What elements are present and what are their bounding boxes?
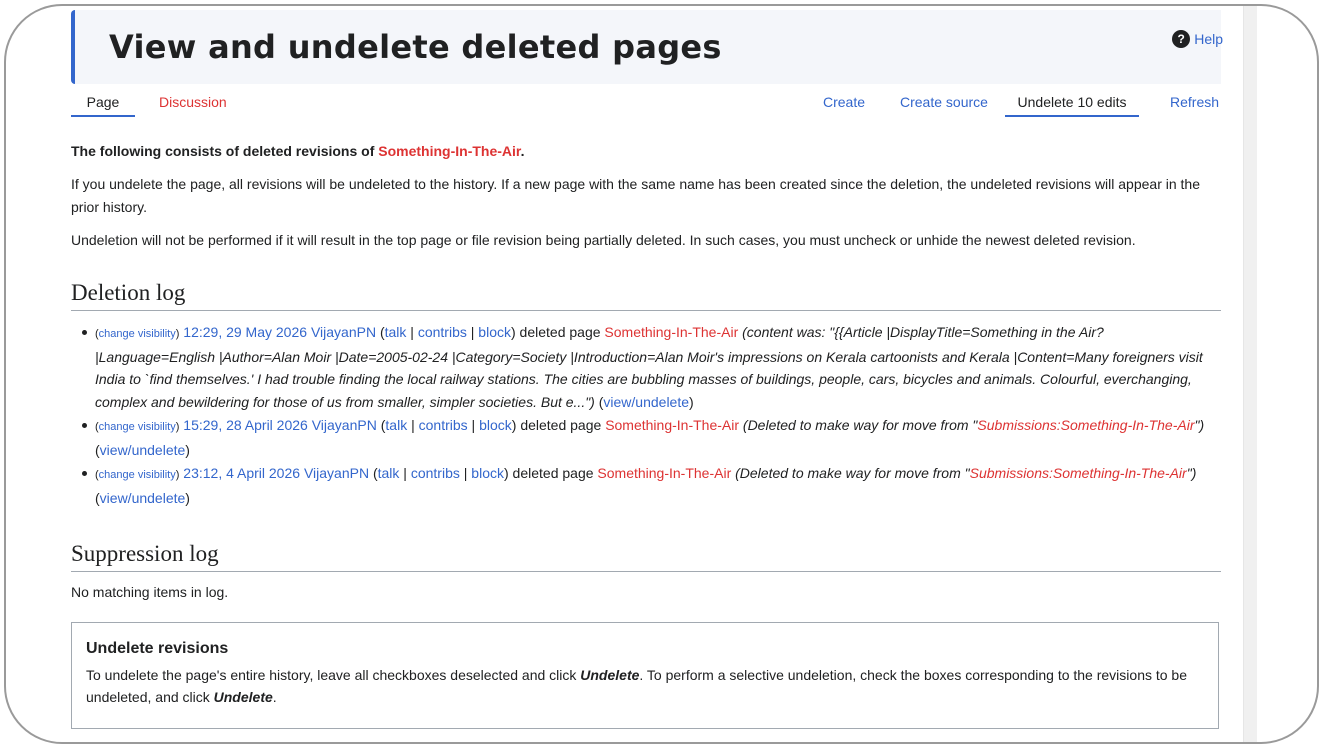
- change-visibility-link[interactable]: change visibility: [99, 328, 176, 340]
- tab-create-source[interactable]: Create source: [900, 94, 988, 115]
- title-banner: View and undelete deleted pages ? Help: [71, 10, 1223, 84]
- help-icon: ?: [1172, 30, 1191, 48]
- undelete-keyword: Undelete: [213, 689, 273, 705]
- log-comment-close: "): [1186, 465, 1197, 481]
- view-undelete-link[interactable]: view/undelete: [100, 490, 186, 506]
- undelete-instructions: To undelete the page's entire history, l…: [86, 664, 1204, 708]
- page-content: View and undelete deleted pages ? Help P…: [71, 10, 1223, 729]
- talk-link[interactable]: talk: [385, 417, 407, 433]
- timestamp-link[interactable]: 12:29, 29 May 2026: [183, 324, 307, 340]
- suppression-log-empty: No matching items in log.: [71, 584, 229, 600]
- log-action: deleted page: [516, 417, 606, 433]
- log-comment-close: "): [1194, 417, 1205, 433]
- help-label: Help: [1194, 31, 1223, 47]
- page-tabs: Page Discussion Create Create source Und…: [71, 90, 1221, 120]
- log-comment-open: (Deleted to make way for move from ": [739, 417, 978, 433]
- page-title: View and undelete deleted pages: [109, 28, 722, 66]
- deletion-log-entry: (change visibility) 12:29, 29 May 2026 V…: [82, 321, 1221, 413]
- undelete-keyword: Undelete: [580, 667, 640, 683]
- deletion-log-heading: Deletion log: [71, 278, 1221, 311]
- intro-heading: The following consists of deleted revisi…: [71, 140, 1221, 163]
- undelete-instructions-part1: To undelete the page's entire history, l…: [86, 667, 581, 683]
- submissions-page-link[interactable]: Submissions:Something-In-The-Air: [970, 465, 1187, 481]
- log-comment: (Deleted to make way for move from "Subm…: [731, 465, 1196, 481]
- submissions-page-link[interactable]: Submissions:Something-In-The-Air: [977, 417, 1194, 433]
- tab-page[interactable]: Page: [71, 94, 135, 117]
- change-visibility-link[interactable]: change visibility: [99, 469, 176, 481]
- deletion-log-entry: (change visibility) 15:29, 28 April 2026…: [82, 414, 1221, 461]
- browser-frame: View and undelete deleted pages ? Help P…: [4, 4, 1319, 744]
- log-comment: (Deleted to make way for move from "Subm…: [739, 417, 1204, 433]
- timestamp-link[interactable]: 23:12, 4 April 2026: [183, 465, 300, 481]
- deleted-page-link[interactable]: Something-In-The-Air: [605, 417, 739, 433]
- deleted-page-link[interactable]: Something-In-The-Air: [597, 465, 731, 481]
- suppression-log-heading: Suppression log: [71, 539, 1221, 572]
- block-link[interactable]: block: [471, 465, 504, 481]
- user-link[interactable]: VijayanPN: [311, 324, 376, 340]
- log-action: deleted page: [515, 324, 605, 340]
- tab-undelete[interactable]: Undelete 10 edits: [1005, 94, 1139, 117]
- block-link[interactable]: block: [479, 417, 512, 433]
- talk-link[interactable]: talk: [385, 324, 407, 340]
- talk-link[interactable]: talk: [378, 465, 400, 481]
- deletion-log-entry: (change visibility) 23:12, 4 April 2026 …: [82, 462, 1221, 509]
- intro-paragraph-partial: Undeletion will not be performed if it w…: [71, 232, 1136, 248]
- undelete-instructions-part3: .: [272, 689, 277, 705]
- log-comment-open: (Deleted to make way for move from ": [731, 465, 970, 481]
- deletion-log-list: (change visibility) 12:29, 29 May 2026 V…: [82, 321, 1221, 509]
- vertical-scrollbar[interactable]: [1243, 6, 1257, 742]
- change-visibility-link[interactable]: change visibility: [99, 421, 176, 433]
- user-link[interactable]: VijayanPN: [312, 417, 377, 433]
- tab-create[interactable]: Create: [823, 94, 865, 115]
- undelete-revisions-heading: Undelete revisions: [86, 640, 229, 657]
- intro-paragraph-history: If you undelete the page, all revisions …: [71, 176, 1201, 215]
- contribs-link[interactable]: contribs: [411, 465, 460, 481]
- block-link[interactable]: block: [478, 324, 511, 340]
- intro-heading-text: The following consists of deleted revisi…: [71, 143, 379, 159]
- user-link[interactable]: VijayanPN: [304, 465, 369, 481]
- log-comment-open: (content was: ": [738, 324, 835, 340]
- contribs-link[interactable]: contribs: [418, 324, 467, 340]
- tab-discussion[interactable]: Discussion: [159, 94, 227, 115]
- undelete-revisions-box: Undelete revisions To undelete the page'…: [71, 622, 1219, 729]
- view-undelete-link[interactable]: view/undelete: [603, 394, 689, 410]
- target-page-link[interactable]: Something-In-The-Air: [378, 143, 520, 159]
- deleted-page-link[interactable]: Something-In-The-Air: [604, 324, 738, 340]
- tab-refresh[interactable]: Refresh: [1170, 94, 1219, 115]
- log-action: deleted page: [508, 465, 598, 481]
- view-undelete-link[interactable]: view/undelete: [100, 442, 186, 458]
- help-link[interactable]: ? Help: [1172, 30, 1223, 48]
- intro-heading-suffix: .: [520, 143, 525, 159]
- body-area: The following consists of deleted revisi…: [71, 140, 1221, 729]
- contribs-link[interactable]: contribs: [419, 417, 468, 433]
- timestamp-link[interactable]: 15:29, 28 April 2026: [183, 417, 308, 433]
